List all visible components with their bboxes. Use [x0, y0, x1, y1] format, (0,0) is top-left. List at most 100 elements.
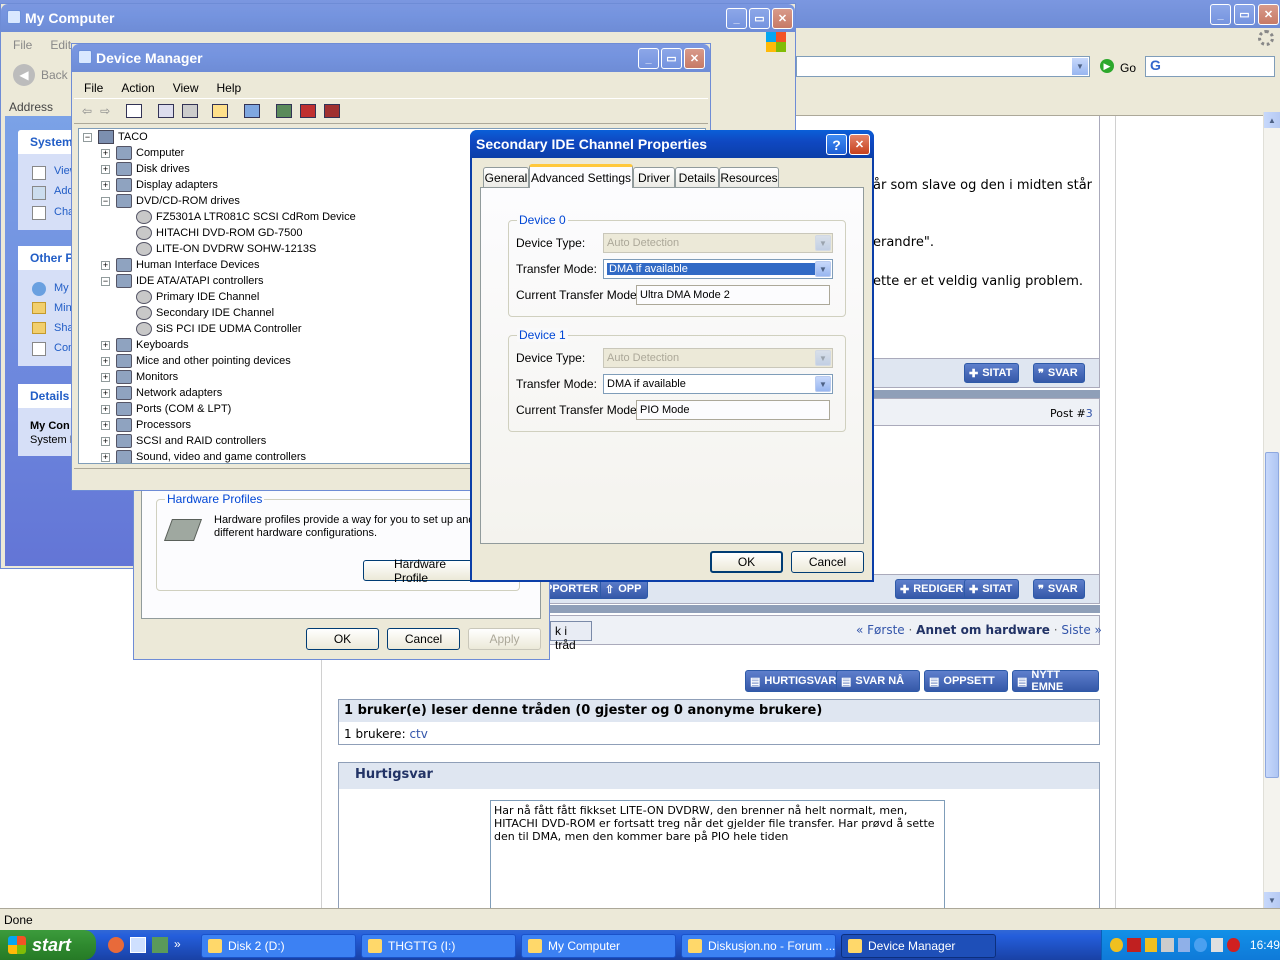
taskbar-item[interactable]: My Computer [521, 934, 676, 958]
reply-textarea[interactable]: Har nå fått fått fikkset LITE-ON DVDRW, … [490, 800, 945, 910]
help-button[interactable]: ? [826, 134, 847, 155]
tab-general[interactable]: General [483, 167, 529, 187]
ati-tray-icon[interactable] [1126, 938, 1141, 952]
update-tray-icon[interactable] [1194, 938, 1207, 952]
browser-launch-icon[interactable] [108, 937, 124, 953]
sound-tray-icon[interactable] [1161, 938, 1174, 952]
expand-icon[interactable]: + [101, 164, 110, 174]
maximize-button[interactable]: ▭ [749, 8, 770, 29]
console-tree-icon[interactable] [126, 104, 143, 118]
device0-transfer-mode-select[interactable]: DMA if available ▼ [603, 259, 833, 279]
tree-device[interactable]: FZ5301A LTR081C SCSI CdRom Device [121, 209, 356, 225]
close-button[interactable]: ✕ [1258, 4, 1279, 25]
ok-button[interactable]: OK [306, 628, 379, 650]
close-button[interactable]: ✕ [684, 48, 705, 69]
apply-button[interactable]: Apply [468, 628, 541, 650]
settings-button[interactable]: ▤ OPPSETT [924, 670, 1008, 692]
tree-category[interactable]: + Network adapters [101, 385, 222, 401]
menu-action[interactable]: Action [121, 81, 154, 95]
tree-category[interactable]: + Disk drives [101, 161, 190, 177]
maximize-button[interactable]: ▭ [661, 48, 682, 69]
scroll-thumb[interactable] [1265, 452, 1279, 778]
network-tray-icon[interactable] [1144, 938, 1158, 952]
tree-category[interactable]: + Display adapters [101, 177, 218, 193]
uninstall-icon[interactable] [300, 104, 317, 118]
users-tray-icon[interactable] [1177, 938, 1191, 952]
menu-help[interactable]: Help [217, 81, 242, 95]
address-input[interactable] [796, 56, 1090, 77]
expand-icon[interactable]: + [101, 180, 110, 190]
expand-icon[interactable]: + [101, 372, 110, 382]
post-number-link[interactable]: 3 [1086, 407, 1093, 420]
search-input[interactable]: G [1145, 56, 1275, 77]
expand-icon[interactable]: + [101, 420, 110, 430]
taskbar-item[interactable]: Diskusjon.no - Forum ... [681, 934, 836, 958]
tab-details[interactable]: Details [675, 167, 719, 187]
gear-icon[interactable] [1258, 30, 1274, 46]
tab-advanced-settings[interactable]: Advanced Settings [529, 164, 633, 188]
tree-device[interactable]: SiS PCI IDE UDMA Controller [121, 321, 301, 337]
minimize-button[interactable]: _ [1210, 4, 1231, 25]
collapse-icon[interactable]: − [83, 132, 92, 142]
last-link[interactable]: Siste » [1061, 623, 1101, 637]
antivirus-tray-icon[interactable] [1110, 938, 1123, 952]
vertical-scrollbar[interactable]: ▲ ▼ [1263, 112, 1280, 908]
reply-now-button[interactable]: ▤ SVAR NÅ [836, 670, 920, 692]
reader-link[interactable]: ctv [409, 727, 427, 741]
edit-button[interactable]: ✚ REDIGER [895, 579, 971, 599]
menu-file[interactable]: File [84, 81, 103, 95]
minimize-button[interactable]: _ [726, 8, 747, 29]
expand-icon[interactable]: + [101, 340, 110, 350]
tab-driver[interactable]: Driver [633, 167, 675, 187]
taskbar-item[interactable]: THGTTG (I:) [361, 934, 516, 958]
tree-device[interactable]: Primary IDE Channel [121, 289, 259, 305]
more-icon[interactable]: » [174, 937, 181, 953]
desktop-launch-icon[interactable] [130, 937, 146, 953]
device1-type-select[interactable]: Auto Detection ▼ [603, 348, 833, 368]
expand-icon[interactable]: + [101, 388, 110, 398]
tree-category[interactable]: + Ports (COM & LPT) [101, 401, 231, 417]
tree-category[interactable]: + Monitors [101, 369, 178, 385]
app-launch-icon[interactable] [152, 937, 168, 953]
taskbar-item[interactable]: Device Manager [841, 934, 996, 958]
tree-device[interactable]: LITE-ON DVDRW SOHW-1213S [121, 241, 316, 257]
tree-category[interactable]: + Processors [101, 417, 191, 433]
first-link[interactable]: « Første [856, 623, 905, 637]
forward-icon[interactable]: ⇨ [100, 104, 110, 118]
cancel-button[interactable]: Cancel [387, 628, 460, 650]
quote-button[interactable]: ✚ SITAT [964, 579, 1020, 599]
quote-button[interactable]: ✚ SITAT [964, 363, 1020, 383]
ok-button[interactable]: OK [710, 551, 783, 573]
back-button[interactable]: ◀ Back [13, 64, 68, 86]
maximize-button[interactable]: ▭ [1234, 4, 1255, 25]
expand-icon[interactable]: + [101, 436, 110, 446]
tree-root[interactable]: − TACO [83, 129, 148, 145]
thread-nav-button[interactable]: k i tråd [550, 621, 592, 652]
expand-icon[interactable]: + [101, 356, 110, 366]
go-icon[interactable]: ▶ [1100, 59, 1114, 73]
menu-edit[interactable]: Edit [50, 38, 71, 52]
tree-category[interactable]: + Human Interface Devices [101, 257, 260, 273]
up-button[interactable]: ⇧ OPP [600, 579, 649, 599]
tree-category[interactable]: + Computer [101, 145, 184, 161]
tab-resources[interactable]: Resources [719, 167, 779, 187]
scan-hardware-icon[interactable] [244, 104, 261, 118]
taskbar-item[interactable]: Disk 2 (D:) [201, 934, 356, 958]
forum-link[interactable]: Annet om hardware [916, 623, 1050, 637]
expand-icon[interactable]: + [101, 260, 110, 270]
tree-device[interactable]: Secondary IDE Channel [121, 305, 274, 321]
tree-category[interactable]: + Keyboards [101, 337, 189, 353]
print-icon[interactable] [182, 104, 199, 118]
collapse-icon[interactable]: − [101, 276, 110, 286]
expand-icon[interactable]: + [101, 148, 110, 158]
tree-category[interactable]: + Mice and other pointing devices [101, 353, 291, 369]
menu-file[interactable]: File [13, 38, 32, 52]
back-icon[interactable]: ⇦ [82, 104, 92, 118]
tree-device[interactable]: HITACHI DVD-ROM GD-7500 [121, 225, 302, 241]
clock[interactable]: 16:49 [1250, 938, 1280, 952]
hardware-profiles-button[interactable]: Hardware Profile [363, 557, 483, 585]
tree-category[interactable]: − IDE ATA/ATAPI controllers [101, 273, 264, 289]
quick-reply-button[interactable]: ▤ HURTIGSVAR [745, 670, 844, 692]
device1-transfer-mode-select[interactable]: DMA if available ▼ [603, 374, 833, 394]
tree-category[interactable]: + SCSI and RAID controllers [101, 433, 266, 449]
